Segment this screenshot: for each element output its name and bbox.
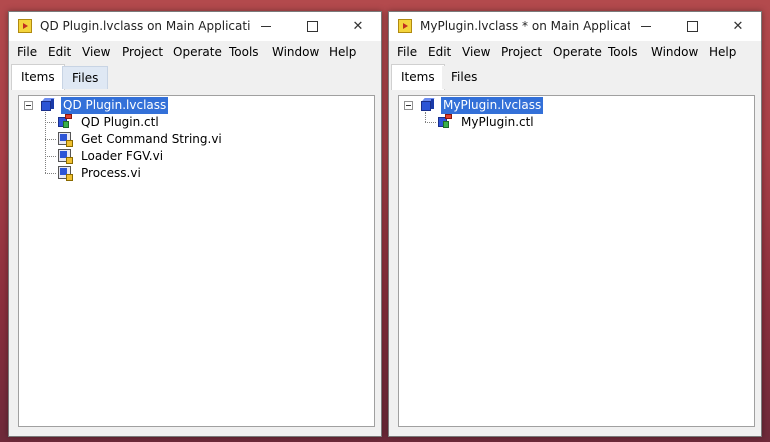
menu-view[interactable]: View [82,45,110,59]
tab-strip: Items Files [389,64,761,91]
window-title: MyPlugin.lvclass * on Main Applicati... [420,19,630,33]
tree-connector [45,122,56,123]
tree-connector [45,173,56,174]
project-window-qd-plugin: QD Plugin.lvclass on Main Applicati... ✕… [8,11,382,437]
menu-file[interactable]: File [397,45,417,59]
maximize-button[interactable] [289,12,335,41]
close-button[interactable]: ✕ [335,12,381,41]
project-tree[interactable]: MyPlugin.lvclass MyPlugin.ctl [398,95,755,427]
minimize-button[interactable] [623,12,669,41]
menu-window[interactable]: Window [651,45,698,59]
vi-file-icon [58,149,73,164]
vi-file-icon [58,132,73,147]
tab-files[interactable]: Files [62,66,109,89]
menu-help[interactable]: Help [329,45,356,59]
tab-items[interactable]: Items [11,64,65,90]
menu-tools[interactable]: Tools [229,45,259,59]
tab-items[interactable]: Items [391,64,445,90]
tree-item-label: MyPlugin.ctl [461,115,534,129]
title-bar[interactable]: QD Plugin.lvclass on Main Applicati... ✕ [9,12,381,41]
ctl-file-icon [438,114,453,129]
labview-app-icon[interactable] [398,19,412,33]
tree-item-label: Get Command String.vi [81,132,222,146]
tree-connector [45,156,56,157]
tree-item-label: QD Plugin.ctl [81,115,159,129]
menu-project[interactable]: Project [501,45,542,59]
menu-help[interactable]: Help [709,45,736,59]
menu-bar: File Edit View Project Operate Tools Win… [9,41,381,63]
menu-edit[interactable]: Edit [428,45,451,59]
maximize-icon [686,21,698,32]
menu-operate[interactable]: Operate [553,45,602,59]
minimize-button[interactable] [243,12,289,41]
tree-connector [45,139,56,140]
project-window-myplugin: MyPlugin.lvclass * on Main Applicati... … [388,11,762,437]
minimize-icon [641,26,651,27]
tree-item-label: Process.vi [81,166,141,180]
tab-strip: Items Files [9,64,381,91]
vi-file-icon [58,166,73,181]
menu-view[interactable]: View [462,45,490,59]
maximize-button[interactable] [669,12,715,41]
maximize-icon [306,21,318,32]
minimize-icon [261,26,271,27]
menu-file[interactable]: File [17,45,37,59]
tree-connector [425,122,436,123]
lvclass-cube-icon [41,98,55,111]
tree-item-label: Loader FGV.vi [81,149,164,163]
window-title: QD Plugin.lvclass on Main Applicati... [40,19,250,33]
labview-app-icon[interactable] [18,19,32,33]
menu-bar: File Edit View Project Operate Tools Win… [389,41,761,63]
project-tree[interactable]: QD Plugin.lvclass QD Plugin.ctl Get Comm… [18,95,375,427]
menu-project[interactable]: Project [122,45,163,59]
tree-root-label: QD Plugin.lvclass [61,97,169,114]
lvclass-cube-icon [421,98,435,111]
collapse-expander-icon[interactable] [24,101,33,110]
tree-connector [425,112,426,122]
tab-files[interactable]: Files [442,66,487,89]
menu-tools[interactable]: Tools [608,45,638,59]
close-icon: ✕ [352,19,364,34]
menu-window[interactable]: Window [272,45,319,59]
menu-operate[interactable]: Operate [173,45,222,59]
ctl-file-icon [58,114,73,129]
title-bar[interactable]: MyPlugin.lvclass * on Main Applicati... … [389,12,761,41]
close-button[interactable]: ✕ [715,12,761,41]
tree-root-label: MyPlugin.lvclass [441,97,544,114]
collapse-expander-icon[interactable] [404,101,413,110]
menu-edit[interactable]: Edit [48,45,71,59]
close-icon: ✕ [732,19,744,34]
